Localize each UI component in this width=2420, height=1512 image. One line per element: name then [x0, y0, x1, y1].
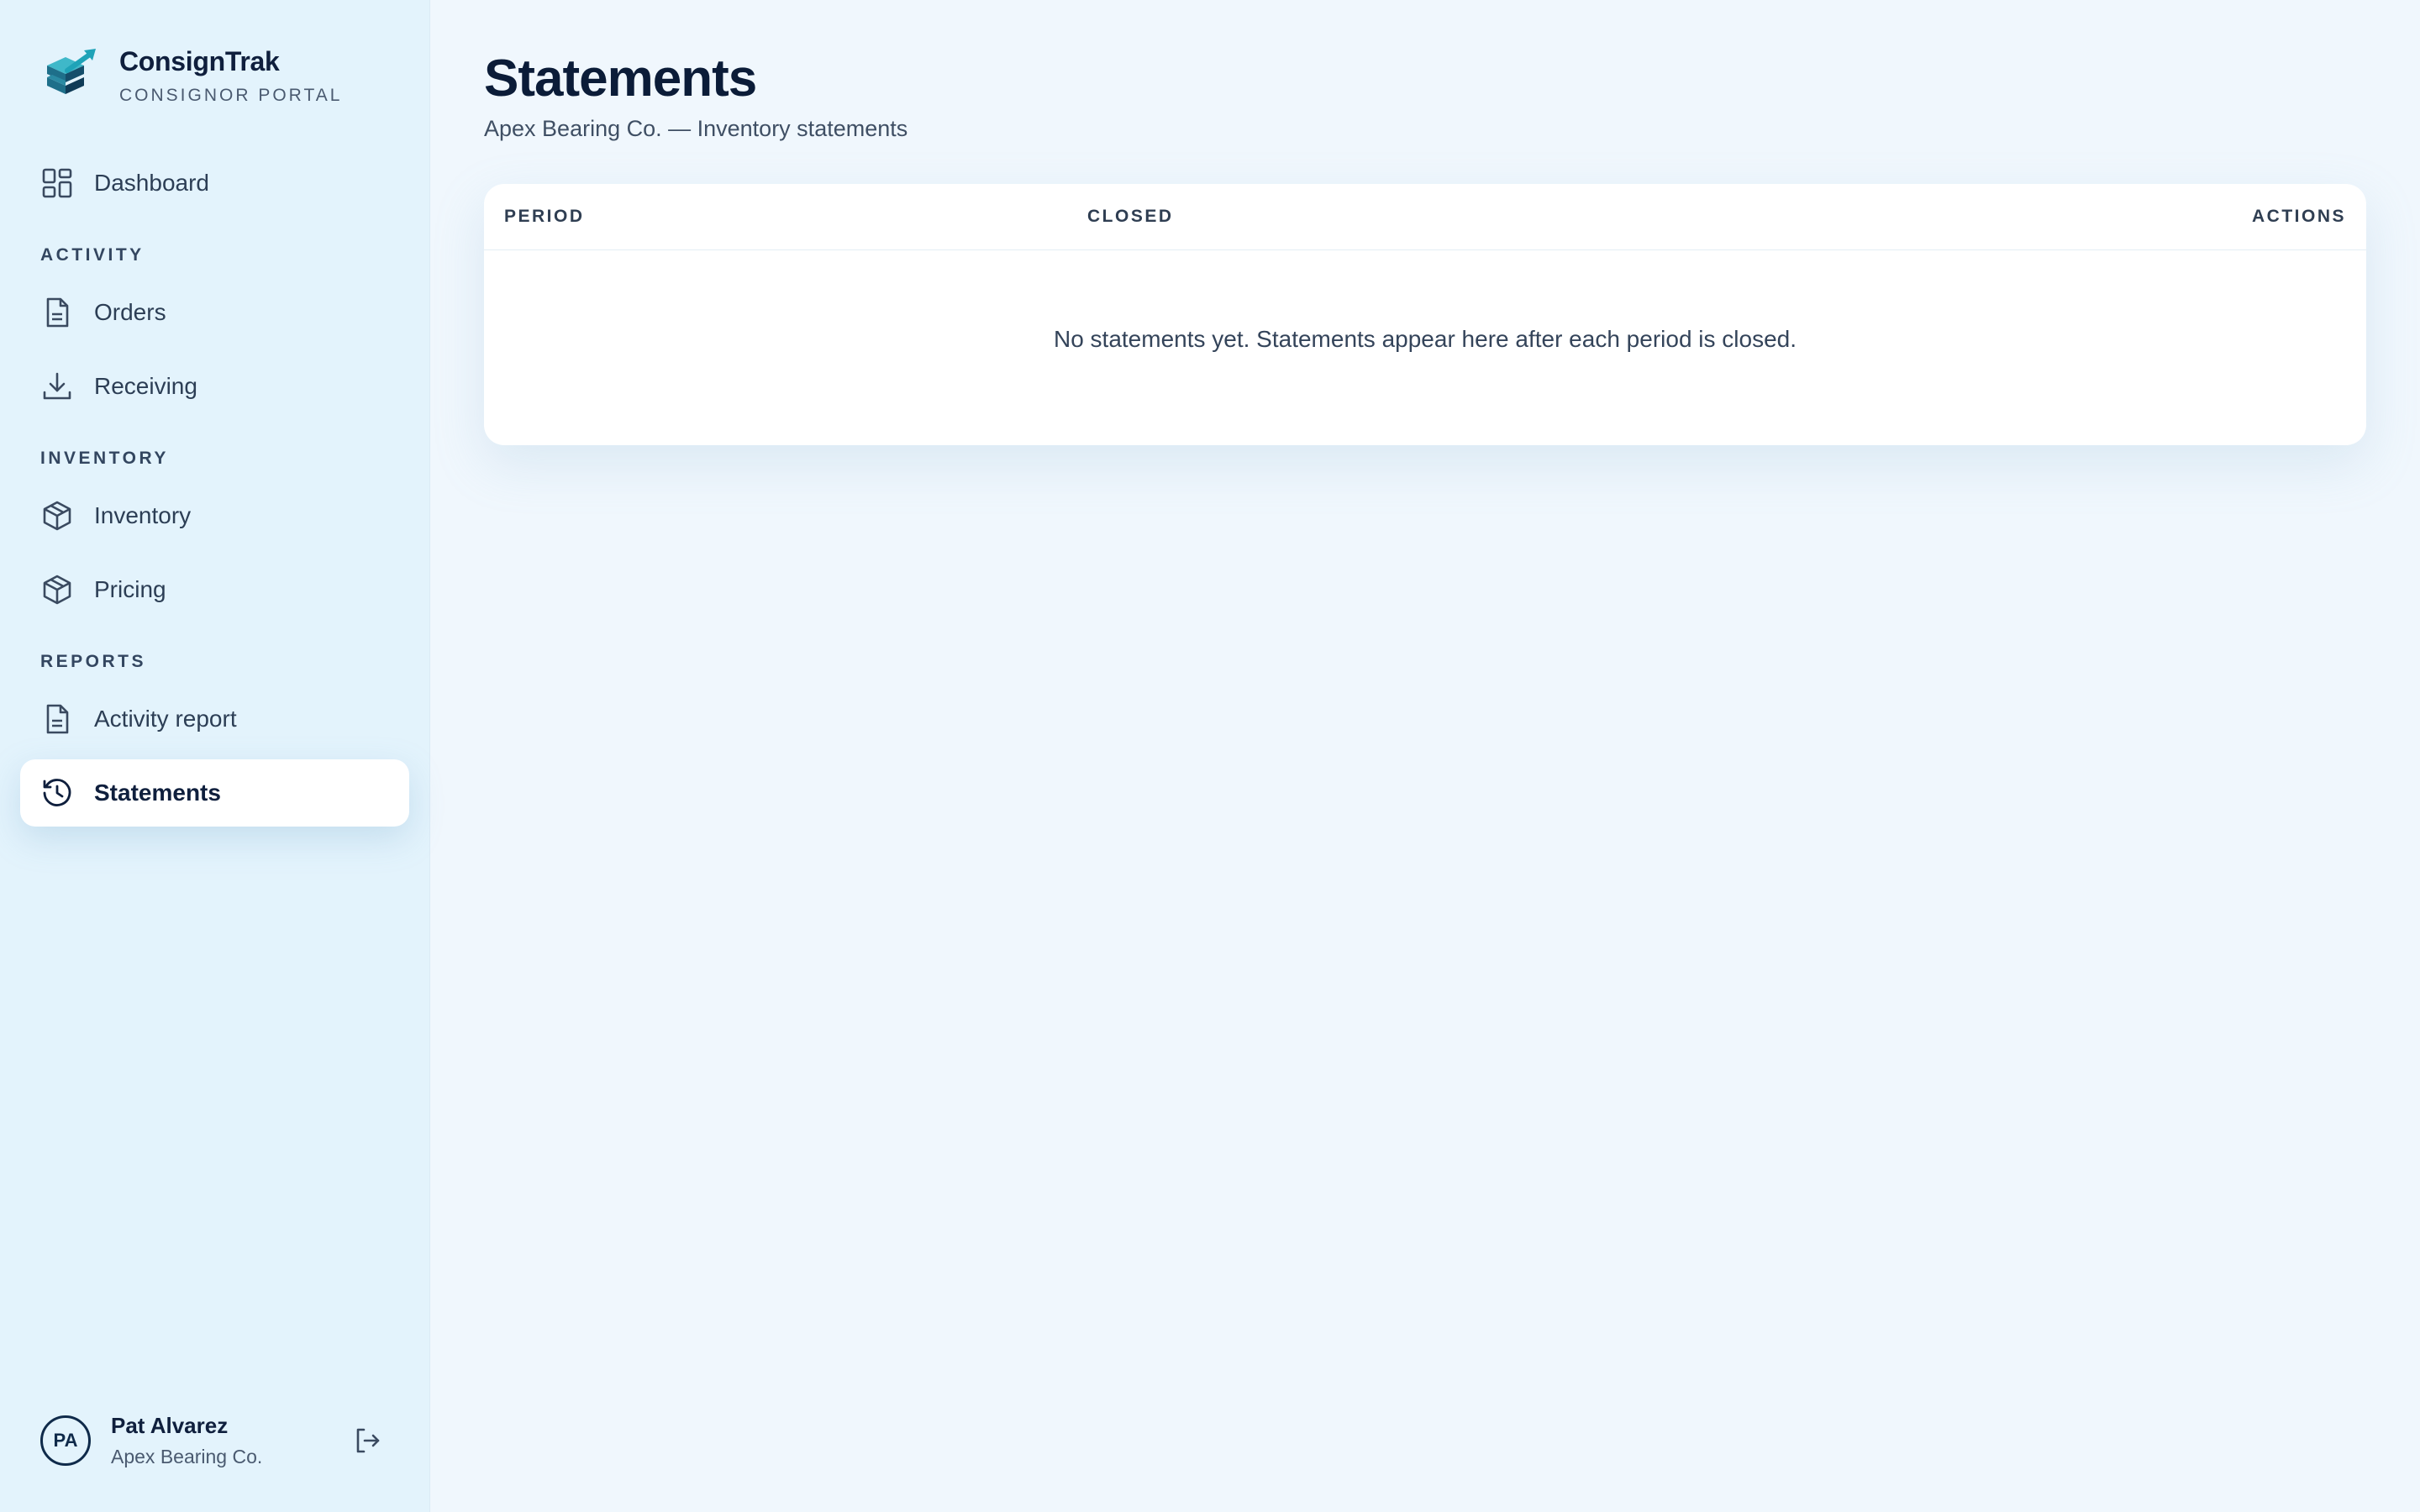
empty-state-message: No statements yet. Statements appear her…	[1053, 326, 1797, 352]
brand-name: ConsignTrak	[119, 45, 280, 76]
statements-table: PERIOD CLOSED ACTIONS No statements yet.…	[484, 184, 2366, 445]
sidebar-item-label: Inventory	[94, 502, 192, 528]
sidebar-item-pricing[interactable]: Pricing	[20, 556, 409, 623]
sidebar-item-label: Statements	[94, 780, 221, 806]
sidebar-item-label: Receiving	[94, 373, 197, 399]
user-org: Apex Bearing Co.	[111, 1446, 263, 1467]
page-title: Statements	[484, 50, 757, 108]
document-icon	[46, 297, 69, 328]
nav-section-reports: REPORTS	[40, 652, 147, 671]
sidebar-item-activity-report[interactable]: Activity report	[20, 685, 409, 753]
sidebar-item-label: Pricing	[94, 576, 166, 602]
document-icon	[46, 704, 69, 734]
app-shell: ConsignTrak CONSIGNOR PORTAL Dashboard A…	[0, 0, 2420, 1512]
column-header-closed: CLOSED	[1087, 207, 1174, 226]
brand-subtitle: CONSIGNOR PORTAL	[119, 85, 343, 105]
box-icon	[43, 575, 71, 605]
sidebar-item-inventory[interactable]: Inventory	[20, 482, 409, 549]
user-name: Pat Alvarez	[111, 1413, 229, 1438]
table-header: PERIOD CLOSED ACTIONS	[484, 184, 2366, 250]
sidebar-item-label: Dashboard	[94, 170, 209, 196]
grid-icon	[42, 168, 72, 198]
history-icon	[43, 779, 71, 806]
nav-section-inventory: INVENTORY	[40, 449, 169, 468]
download-icon	[43, 372, 71, 400]
sidebar-nav: Dashboard ACTIVITY Orders Receiving INVE…	[20, 150, 409, 827]
page-subtitle: Apex Bearing Co. — Inventory statements	[484, 116, 908, 141]
column-header-period: PERIOD	[504, 207, 585, 226]
box-icon	[43, 501, 71, 531]
sidebar-item-orders[interactable]: Orders	[20, 279, 409, 346]
column-header-actions: ACTIONS	[2252, 207, 2346, 226]
sidebar-item-statements[interactable]: Statements	[20, 759, 409, 827]
nav-section-activity: ACTIVITY	[40, 245, 145, 265]
user-profile: PA Pat Alvarez Apex Bearing Co.	[40, 1413, 389, 1468]
sidebar-item-receiving[interactable]: Receiving	[20, 353, 409, 420]
logout-icon[interactable]	[352, 1425, 382, 1456]
sidebar-item-label: Orders	[94, 299, 166, 325]
main-content: Statements Apex Bearing Co. — Inventory …	[430, 0, 2420, 1512]
consigntrak-logo-icon	[47, 49, 96, 94]
sidebar-item-label: Activity report	[94, 706, 237, 732]
sidebar: ConsignTrak CONSIGNOR PORTAL Dashboard A…	[0, 0, 430, 1512]
brand[interactable]: ConsignTrak CONSIGNOR PORTAL	[20, 0, 409, 106]
avatar[interactable]: PA	[40, 1415, 91, 1466]
sidebar-item-dashboard[interactable]: Dashboard	[20, 150, 409, 217]
user-info: Pat Alvarez Apex Bearing Co.	[111, 1413, 352, 1468]
